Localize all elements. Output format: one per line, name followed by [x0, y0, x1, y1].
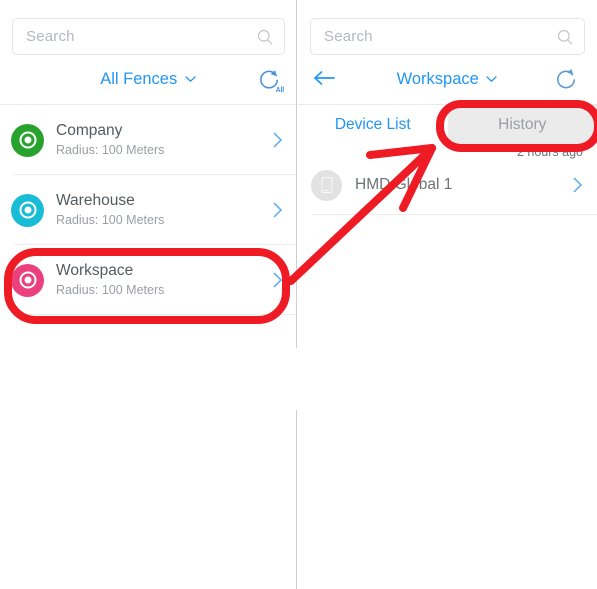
device-row[interactable]: HMD Global 1 — [298, 155, 597, 215]
chevron-right-icon[interactable] — [272, 131, 283, 149]
panel-divider-top — [296, 0, 297, 348]
search-input[interactable]: Search — [310, 18, 585, 55]
chevron-down-icon — [184, 75, 197, 83]
fence-text: Company Radius: 100 Meters — [56, 121, 272, 159]
all-fences-label: All Fences — [100, 70, 178, 88]
fence-header-row: All Fences All — [0, 63, 297, 101]
left-search-wrapper: Search — [12, 18, 285, 55]
all-fences-dropdown[interactable]: All Fences — [0, 63, 297, 95]
search-placeholder: Search — [324, 28, 373, 45]
fence-name: Warehouse — [56, 192, 135, 209]
fence-radius: Radius: 100 Meters — [56, 213, 165, 227]
search-input[interactable]: Search — [12, 18, 285, 55]
fence-detail-panel: Search Workspace Device List History 2 h… — [298, 0, 597, 589]
right-search-wrapper: Search — [310, 18, 585, 55]
refresh-all-label: All — [275, 87, 285, 94]
search-icon[interactable] — [257, 29, 273, 45]
tab-history-label: History — [498, 115, 547, 133]
fence-name: Workspace — [56, 262, 134, 279]
search-placeholder: Search — [26, 28, 75, 45]
chevron-down-icon — [485, 75, 498, 83]
device-list: 2 hours ago HMD Global 1 — [298, 144, 597, 215]
chevron-right-icon[interactable] — [272, 271, 283, 289]
search-icon[interactable] — [557, 29, 573, 45]
device-name: HMD Global 1 — [355, 176, 453, 193]
fence-text: Workspace Radius: 100 Meters — [56, 261, 272, 299]
fence-list-panel: Search All Fences All Company Radius: 10… — [0, 0, 297, 589]
fence-item-warehouse[interactable]: Warehouse Radius: 100 Meters — [0, 175, 297, 245]
fence-text: Warehouse Radius: 100 Meters — [56, 191, 272, 229]
geofence-target-icon — [11, 263, 44, 297]
geofence-app-window: Search All Fences All Company Radius: 10… — [0, 0, 597, 589]
workspace-dropdown[interactable]: Workspace — [298, 63, 597, 95]
chevron-right-icon[interactable] — [272, 201, 283, 219]
detail-header-row: Workspace — [298, 63, 597, 101]
fence-radius: Radius: 100 Meters — [56, 283, 165, 297]
geofence-target-icon — [11, 193, 44, 227]
chevron-right-icon[interactable] — [572, 176, 583, 194]
tab-device-list-label: Device List — [334, 115, 411, 133]
fence-radius: Radius: 100 Meters — [56, 143, 165, 157]
fence-item-company[interactable]: Company Radius: 100 Meters — [0, 105, 297, 175]
refresh-all-icon[interactable]: All — [257, 67, 285, 94]
list-divider — [14, 314, 297, 315]
panel-divider-bottom — [296, 410, 297, 589]
phone-icon — [311, 169, 342, 201]
tab-history[interactable]: History — [447, 105, 597, 144]
workspace-label: Workspace — [396, 70, 479, 88]
geofence-target-icon — [11, 123, 44, 157]
refresh-icon[interactable] — [554, 67, 580, 93]
list-divider — [312, 214, 597, 215]
tab-device-list[interactable]: Device List — [298, 105, 448, 144]
fence-name: Company — [56, 122, 123, 139]
fence-item-workspace[interactable]: Workspace Radius: 100 Meters — [0, 245, 297, 315]
fence-list: Company Radius: 100 Meters Warehouse Rad… — [0, 105, 297, 315]
detail-tabs: Device List History — [298, 105, 597, 144]
